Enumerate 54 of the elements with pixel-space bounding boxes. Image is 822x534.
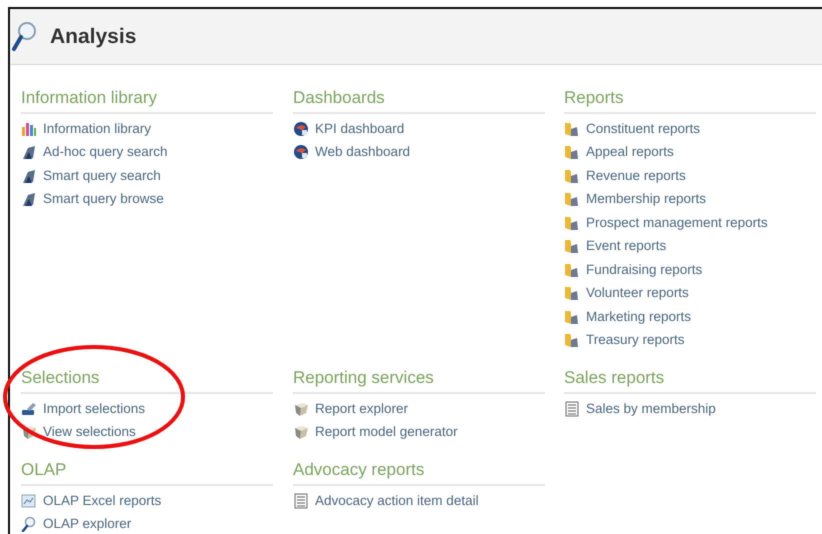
nav-link[interactable]: Information library: [43, 118, 152, 139]
nav-link[interactable]: Revenue reports: [586, 166, 686, 186]
nav-link[interactable]: Smart query search: [43, 166, 161, 186]
nav-link[interactable]: Appeal reports: [586, 142, 674, 162]
nav-link[interactable]: Advocacy action item detail: [315, 490, 479, 511]
section-heading: Reporting services: [293, 368, 434, 387]
section-heading: OLAP: [21, 460, 66, 479]
globe-icon: [293, 144, 309, 160]
document-icon: [293, 492, 309, 509]
section-heading: Reports: [564, 88, 624, 107]
section-heading: Selections: [21, 368, 100, 387]
section-heading: Advocacy reports: [293, 460, 424, 479]
report-folder-icon: [564, 262, 580, 278]
nav-link[interactable]: Report model generator: [315, 422, 458, 442]
box-icon: [293, 400, 309, 417]
nav-link[interactable]: View selections: [43, 422, 136, 442]
nav-link[interactable]: Treasury reports: [586, 330, 685, 350]
nav-link[interactable]: Ad-hoc query search: [43, 142, 168, 162]
section-heading: Sales reports: [564, 368, 664, 387]
nav-link[interactable]: Web dashboard: [315, 142, 410, 162]
report-folder-icon: [564, 168, 580, 184]
nav-link[interactable]: OLAP explorer: [43, 514, 132, 534]
report-folder-icon: [564, 214, 580, 231]
nav-link[interactable]: Constituent reports: [586, 118, 700, 139]
magnifier-icon: [21, 516, 37, 532]
report-folder-icon: [564, 332, 580, 348]
report-folder-icon: [564, 238, 580, 254]
section-heading: Dashboards: [293, 88, 385, 107]
document-icon: [564, 400, 580, 417]
nav-link[interactable]: Smart query browse: [43, 189, 164, 210]
nav-link[interactable]: Volunteer reports: [586, 283, 689, 304]
report-folder-icon: [564, 308, 580, 325]
import-icon: [21, 400, 37, 417]
page-title: Analysis: [50, 24, 136, 50]
box-icon: [21, 424, 37, 440]
nav-link[interactable]: Import selections: [43, 398, 146, 419]
box-icon: [293, 424, 309, 440]
report-folder-icon: [564, 285, 580, 302]
report-folder-icon: [564, 120, 580, 137]
nav-link[interactable]: Marketing reports: [586, 306, 692, 327]
nav-link[interactable]: Membership reports: [586, 189, 706, 210]
report-folder-icon: [564, 144, 580, 160]
spreadsheet-icon: [21, 492, 37, 509]
nav-link[interactable]: Prospect management reports: [586, 212, 768, 233]
nav-link[interactable]: Event reports: [586, 236, 666, 256]
nav-link[interactable]: Report explorer: [315, 398, 408, 419]
globe-icon: [293, 120, 309, 137]
nav-link[interactable]: OLAP Excel reports: [43, 490, 162, 511]
nav-link[interactable]: Fundraising reports: [586, 260, 702, 280]
bar-chart-icon: [21, 120, 37, 137]
nav-link[interactable]: Sales by membership: [586, 398, 716, 419]
report-folder-icon: [564, 191, 580, 208]
section-heading: Information library: [21, 88, 158, 107]
nav-link[interactable]: KPI dashboard: [315, 118, 404, 139]
